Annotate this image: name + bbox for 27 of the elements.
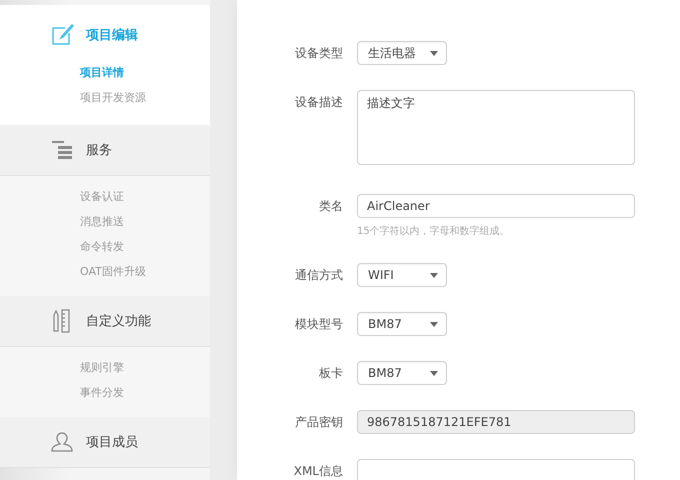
readonly-field[interactable]: 9867815187121EFE781 (357, 410, 635, 434)
edit-icon (50, 23, 74, 47)
text-area[interactable]: 描述文字 (357, 90, 635, 165)
pencil-ruler-icon (52, 309, 72, 333)
person-icon (51, 431, 73, 453)
input-field[interactable]: AirCleaner (357, 194, 635, 218)
caret-icon (430, 322, 438, 326)
field-label: 模块型号 (294, 316, 343, 333)
dropdown[interactable]: WIFI (357, 263, 447, 287)
caret-icon (430, 370, 438, 376)
field-label: 类名 (318, 198, 343, 215)
hint-text: 15个字符以内，字母和数字组成。 (357, 224, 511, 238)
dropdown[interactable]: BM87 (357, 361, 447, 385)
dropdown[interactable]: BM87 (357, 312, 447, 336)
field-label: 通信方式 (294, 267, 343, 284)
dropdown[interactable]: 生活电器 (357, 41, 447, 65)
list-icon (52, 140, 72, 160)
section-title[interactable]: 服务 (86, 141, 112, 159)
section-title[interactable]: 自定义功能 (86, 312, 151, 330)
section-title[interactable]: 项目成员 (86, 433, 138, 451)
caret-icon (430, 50, 438, 56)
field-label: XML信息 (292, 463, 343, 480)
field-label: 产品密钥 (294, 414, 343, 431)
field-label: 板卡 (318, 365, 343, 382)
field-label: 设备类型 (294, 45, 343, 62)
field-label: 设备描述 (294, 94, 343, 111)
caret-icon (430, 272, 438, 278)
